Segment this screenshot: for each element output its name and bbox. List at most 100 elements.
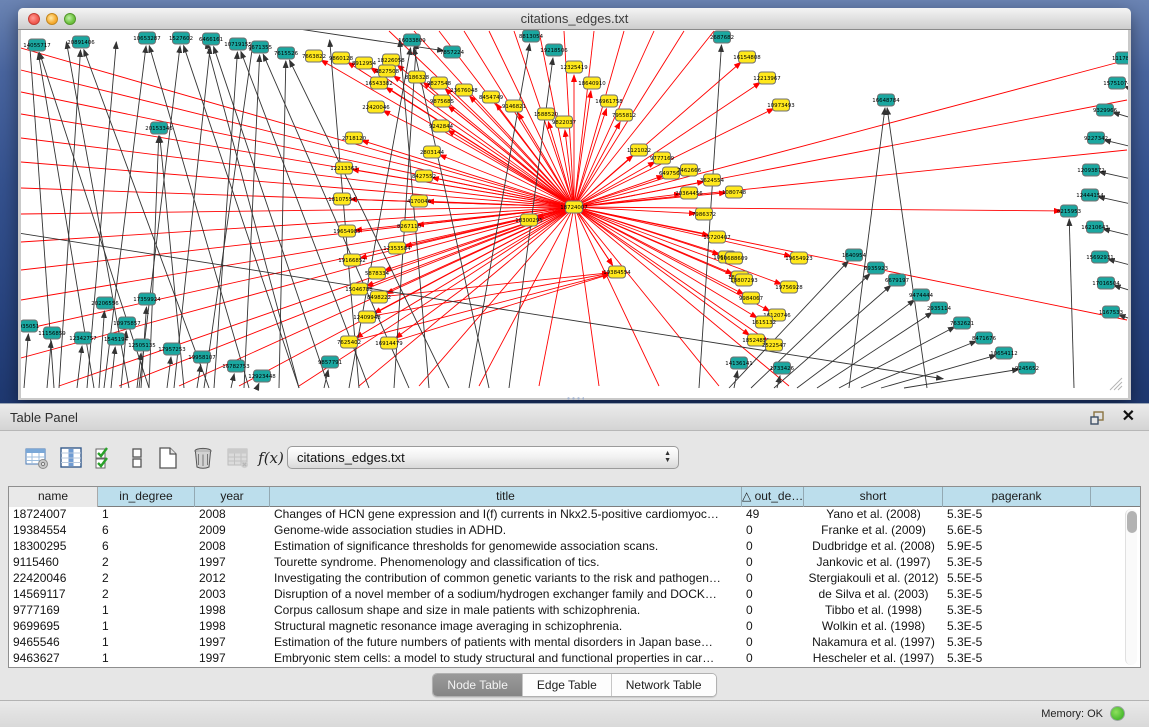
- float-panel-icon[interactable]: [1090, 411, 1105, 425]
- graph-node[interactable]: 10975857: [113, 317, 140, 329]
- graph-node[interactable]: 6679197: [885, 274, 909, 286]
- graph-node[interactable]: 17957253: [158, 343, 185, 355]
- graph-node[interactable]: 17016504: [1092, 277, 1120, 289]
- graph-node[interactable]: 9245652: [1015, 362, 1039, 374]
- graph-node[interactable]: 19654985: [333, 225, 360, 237]
- delete-table-button[interactable]: [225, 445, 251, 471]
- graph-node[interactable]: 19166852: [338, 254, 365, 266]
- graph-node[interactable]: 19384554: [603, 266, 631, 278]
- table-row[interactable]: 946362711997Embryonic stem cells: a mode…: [9, 651, 1140, 667]
- graph-node[interactable]: 1167533: [1099, 306, 1123, 318]
- graph-node[interactable]: 1527602: [169, 32, 193, 44]
- graph-node[interactable]: 9827508: [375, 65, 400, 77]
- graph-node[interactable]: 8427552: [412, 170, 436, 182]
- table-row[interactable]: 2242004622012Investigating the contribut…: [9, 571, 1140, 587]
- memory-status-indicator[interactable]: [1110, 706, 1125, 721]
- graph-node[interactable]: 16154808: [733, 51, 761, 63]
- graph-node[interactable]: 2687682: [710, 31, 734, 43]
- graph-node[interactable]: 8935923: [864, 262, 888, 274]
- graph-node[interactable]: 16648784: [872, 94, 900, 106]
- graph-node[interactable]: 7986372: [692, 208, 716, 220]
- graph-node[interactable]: 10653287: [133, 32, 160, 44]
- graph-node[interactable]: 4170046: [407, 195, 432, 207]
- graph-node[interactable]: 15751074: [1103, 77, 1128, 89]
- graph-node[interactable]: 8912954: [352, 57, 377, 69]
- table-vertical-scrollbar[interactable]: [1125, 509, 1137, 665]
- tab-edge-table[interactable]: Edge Table: [523, 674, 612, 696]
- graph-node[interactable]: 12505135: [128, 339, 155, 351]
- graph-node[interactable]: 23676048: [450, 84, 478, 96]
- graph-node[interactable]: 6466161: [199, 33, 223, 45]
- graph-node[interactable]: 7625402: [337, 336, 361, 348]
- graph-node[interactable]: 7955812: [612, 109, 636, 121]
- graph-node[interactable]: 18107554: [328, 193, 356, 205]
- graph-node[interactable]: 12213967: [753, 72, 780, 84]
- graph-node[interactable]: 1733426: [770, 362, 795, 374]
- graph-node[interactable]: 8813054: [519, 30, 544, 42]
- apply-checkmarks-button[interactable]: [92, 445, 118, 471]
- window-minimize-icon[interactable]: [46, 13, 58, 25]
- table-row[interactable]: 946554611997Estimation of the future num…: [9, 635, 1140, 651]
- graph-node[interactable]: 19218506: [540, 44, 568, 56]
- column-header-name[interactable]: name: [9, 487, 98, 507]
- table-row[interactable]: 1830029562008Estimation of significance …: [9, 539, 1140, 555]
- table-row[interactable]: 911546021997Tourette syndrome. Phenomeno…: [9, 555, 1140, 571]
- graph-node[interactable]: 9329966: [1093, 104, 1118, 116]
- graph-node[interactable]: 12342757: [69, 332, 96, 344]
- graph-node[interactable]: 935051: [21, 320, 39, 332]
- graph-node[interactable]: 2718120: [342, 132, 367, 144]
- network-canvas[interactable]: 14055717 20891406 10653287 1527602 6466161 10…: [21, 30, 1128, 398]
- graph-node[interactable]: 14055717: [23, 39, 50, 51]
- table-row[interactable]: 1456911722003Disruption of a novel membe…: [9, 587, 1140, 603]
- graph-node[interactable]: 19756928: [775, 281, 803, 293]
- graph-node[interactable]: 7632621: [950, 317, 974, 329]
- graph-node[interactable]: 12093872: [1077, 164, 1104, 176]
- graph-node[interactable]: 20153346: [145, 122, 173, 134]
- graph-node[interactable]: 9474444: [909, 289, 934, 301]
- graph-node[interactable]: 22420046: [362, 101, 390, 113]
- graph-node[interactable]: 9860128: [329, 52, 354, 64]
- graph-node[interactable]: 8215953: [1057, 205, 1081, 217]
- network-window-titlebar[interactable]: citations_edges.txt: [18, 8, 1131, 30]
- graph-node[interactable]: 16961758: [595, 95, 623, 107]
- toggle-rows-button[interactable]: [124, 445, 150, 471]
- graph-node[interactable]: 5878334: [365, 267, 390, 279]
- graph-node[interactable]: 9875685: [430, 95, 454, 107]
- graph-node[interactable]: 1080748: [722, 186, 747, 198]
- graph-node[interactable]: 15692931: [1086, 251, 1113, 263]
- graph-node[interactable]: 16210643: [1081, 221, 1108, 233]
- graph-node[interactable]: 18640910: [578, 77, 606, 89]
- table-options-button[interactable]: [24, 445, 50, 471]
- column-header-short[interactable]: short: [804, 487, 943, 507]
- graph-node[interactable]: 20891406: [67, 36, 95, 48]
- panel-splitter-grip[interactable]: [566, 396, 584, 401]
- graph-node[interactable]: 2522547: [762, 339, 786, 351]
- graph-node[interactable]: 8454749: [479, 91, 504, 103]
- graph-node[interactable]: 12444154: [1076, 189, 1104, 201]
- scrollbar-thumb[interactable]: [1127, 511, 1137, 533]
- create-table-button[interactable]: [155, 445, 181, 471]
- table-row[interactable]: 969969511998Structural magnetic resonanc…: [9, 619, 1140, 635]
- tab-network-table[interactable]: Network Table: [612, 674, 716, 696]
- column-header-title[interactable]: title: [270, 487, 742, 507]
- table-selector-dropdown[interactable]: citations_edges.txt ▲▼: [287, 446, 679, 469]
- graph-node[interactable]: 16914479: [375, 337, 403, 349]
- select-column-button[interactable]: [58, 445, 84, 471]
- window-zoom-icon[interactable]: [64, 13, 76, 25]
- graph-node[interactable]: 9146821: [502, 100, 526, 112]
- graph-node[interactable]: 9822037: [552, 116, 576, 128]
- column-header-pagerank[interactable]: pagerank: [943, 487, 1091, 507]
- function-builder-button[interactable]: f(x): [256, 445, 286, 471]
- graph-node[interactable]: 8498222: [367, 291, 391, 303]
- table-row[interactable]: 1938455462009Genome-wide association stu…: [9, 523, 1140, 539]
- graph-node[interactable]: 19958107: [188, 351, 215, 363]
- canvas-resize-grip[interactable]: [1108, 376, 1124, 392]
- graph-node[interactable]: 9777169: [650, 152, 675, 164]
- delete-rows-button[interactable]: [190, 445, 216, 471]
- graph-node[interactable]: 9857791: [318, 356, 342, 368]
- graph-node[interactable]: 7615526: [274, 47, 299, 59]
- graph-node[interactable]: 10654112: [990, 347, 1017, 359]
- graph-node[interactable]: 2935114: [927, 302, 952, 314]
- graph-node[interactable]: 12213363: [330, 162, 357, 174]
- table-row[interactable]: 977716911998Corpus callosum shape and si…: [9, 603, 1140, 619]
